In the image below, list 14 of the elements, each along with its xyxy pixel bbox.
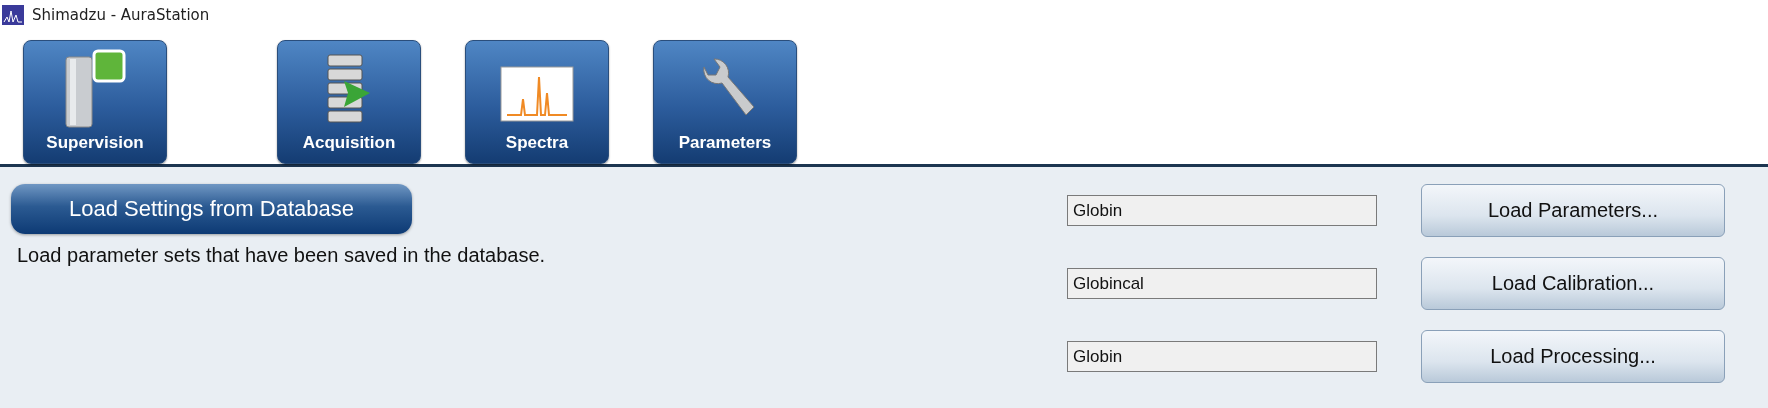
load-button[interactable]: Load Parameters...: [1421, 184, 1725, 237]
name-field[interactable]: Globin: [1067, 195, 1377, 226]
window-title: Shimadzu - AuraStation: [32, 6, 210, 24]
load-button[interactable]: Load Calibration...: [1421, 257, 1725, 310]
load-button[interactable]: Load Processing...: [1421, 330, 1725, 383]
app-logo-icon: [2, 5, 24, 25]
module-tile[interactable]: Supervision: [23, 40, 167, 164]
section-description: Load parameter sets that have been saved in the database.: [17, 244, 546, 267]
section-header-button[interactable]: Load Settings from Database: [11, 184, 412, 234]
module-tile[interactable]: Parameters: [653, 40, 797, 164]
module-tile[interactable]: Acquisition: [277, 40, 421, 164]
name-field[interactable]: Globin: [1067, 341, 1377, 372]
name-field[interactable]: Globincal: [1067, 268, 1377, 299]
module-tile[interactable]: Spectra: [465, 40, 609, 164]
